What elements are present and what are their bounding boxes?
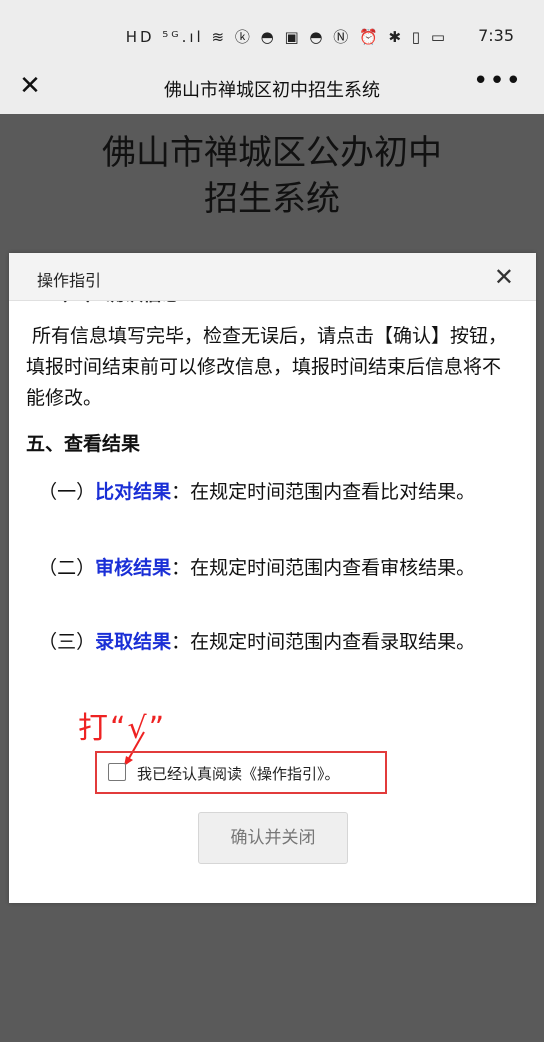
modal-close-icon[interactable]: ✕ — [494, 263, 514, 291]
list-item: （一）比对结果：在规定时间范围内查看比对结果。 — [38, 481, 476, 503]
agree-highlight-box: 我已经认真阅读《操作指引》。 — [95, 751, 387, 794]
confirm-close-button[interactable]: 确认并关闭 — [198, 812, 348, 864]
section-heading: 五、查看结果 — [26, 433, 141, 455]
agree-checkbox[interactable] — [108, 763, 126, 781]
page-title-line1: 佛山市禅城区公办初中 — [102, 133, 442, 173]
list-item: （二）审核结果：在规定时间范围内查看审核结果。 — [38, 557, 476, 579]
list-item: （三）录取结果：在规定时间范围内查看录取结果。 — [38, 631, 476, 653]
page-title-line2: 招生系统 — [204, 179, 340, 219]
status-time: 7:35 — [478, 26, 514, 45]
section-heading-partial: （三）确认信息 — [48, 301, 181, 310]
nav-title: 佛山市禅城区初中招生系统 — [164, 80, 380, 101]
agree-label[interactable]: 我已经认真阅读《操作指引》。 — [137, 763, 340, 784]
guide-modal: 操作指引 ✕ （三）确认信息 所有信息填写完毕，检查无误后，请点击【确认】按钮，… — [9, 253, 536, 903]
keyword: 审核结果 — [95, 557, 172, 579]
page-title: 佛山市禅城区公办初中 招生系统 — [0, 130, 544, 222]
keyword: 比对结果 — [95, 481, 172, 503]
keyword: 录取结果 — [95, 631, 172, 653]
modal-body[interactable]: （三）确认信息 所有信息填写完毕，检查无误后，请点击【确认】按钮，填报时间结束前… — [26, 301, 516, 721]
intro-paragraph: 所有信息填写完毕，检查无误后，请点击【确认】按钮，填报时间结束前可以修改信息，填… — [26, 325, 508, 409]
status-bar: HD ⁵ᴳ.ıl ≋ ⓚ ◓ ▣ ◓ Ⓝ ⏰ ✱ ▯ ▭ 7:35 — [0, 0, 544, 62]
status-icons: HD ⁵ᴳ.ıl ≋ ⓚ ◓ ▣ ◓ Ⓝ ⏰ ✱ ▯ ▭ — [125, 28, 448, 46]
more-icon[interactable]: ••• — [473, 66, 522, 96]
modal-header: 操作指引 ✕ — [9, 253, 536, 301]
modal-title: 操作指引 — [37, 271, 102, 290]
nav-bar: ✕ 佛山市禅城区初中招生系统 ••• — [0, 62, 544, 114]
